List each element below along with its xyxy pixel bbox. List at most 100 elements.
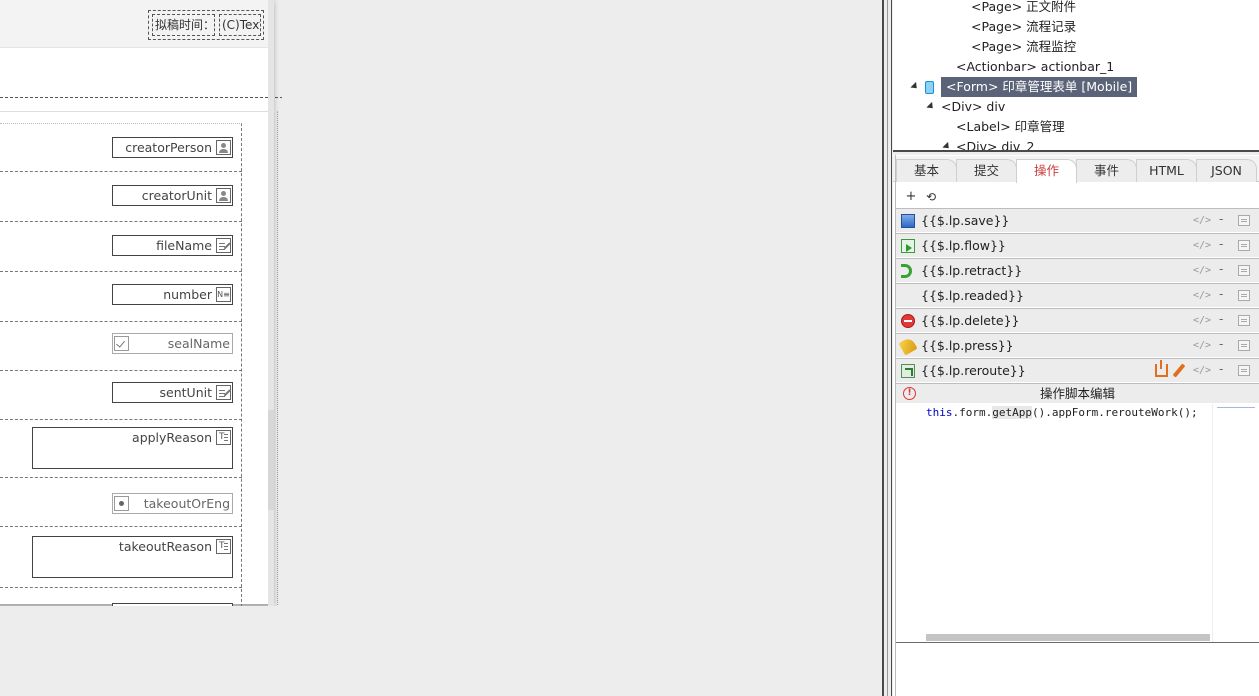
editor-horizontal-scrollbar[interactable] [926, 634, 1210, 641]
action-label: {{$.lp.retract}} [921, 263, 1023, 278]
tree-node-div[interactable]: <Div> div [941, 97, 1005, 117]
code-line[interactable]: this.form.getApp().appForm.rerouteWork()… [926, 406, 1198, 419]
takeout-reason-textarea[interactable]: takeoutReason T [32, 536, 233, 578]
form-row[interactable]: applyReason T [0, 421, 242, 478]
form-row[interactable]: takeoutReason T [0, 528, 242, 588]
draft-time-row[interactable]: 拟稿时间： (C)Text [148, 10, 264, 40]
action-row-reroute[interactable]: {{$.lp.reroute}} </> - [896, 358, 1259, 383]
editor-minimap[interactable] [1212, 404, 1259, 642]
script-editor-header: ! 操作脚本编辑 [896, 383, 1259, 403]
script-editor-title: 操作脚本编辑 [1039, 386, 1115, 401]
form-row[interactable]: fileName [0, 223, 242, 272]
tree-node-page-flow-monitor[interactable]: <Page> 流程监控 [971, 37, 1076, 57]
action-label: {{$.lp.flow}} [921, 238, 1006, 253]
action-menu-icon[interactable] [1238, 315, 1250, 326]
remove-action-button[interactable]: - [1219, 312, 1223, 326]
edit-code-icon[interactable]: </> [1193, 315, 1211, 326]
action-row-retract[interactable]: {{$.lp.retract}} </> - [896, 258, 1259, 283]
form-row[interactable]: creatorUnit [0, 173, 242, 222]
tab-actions[interactable]: 操作 [1016, 159, 1077, 183]
seal-name-checkbox-field[interactable]: sealName [112, 333, 233, 354]
action-menu-icon[interactable] [1238, 365, 1250, 376]
action-row-readed[interactable]: {{$.lp.readed}} </> - [896, 283, 1259, 308]
add-action-button[interactable]: + [903, 188, 919, 206]
remove-action-button[interactable]: - [1219, 362, 1223, 376]
apply-reason-textarea[interactable]: applyReason T [32, 427, 233, 469]
radio-icon [114, 496, 129, 511]
pencil-icon[interactable] [1172, 363, 1186, 378]
edit-code-icon[interactable]: </> [1193, 215, 1211, 226]
form-row[interactable]: sentUnit [0, 372, 242, 420]
action-row-press[interactable]: {{$.lp.press}} </> - [896, 333, 1259, 358]
field-label: sentUnit [159, 385, 212, 400]
sent-unit-field[interactable]: sentUnit [112, 382, 233, 403]
tree-node-actionbar[interactable]: <Actionbar> actionbar_1 [956, 57, 1114, 77]
action-label: {{$.lp.delete}} [921, 313, 1020, 328]
edit-code-icon[interactable]: </> [1193, 340, 1211, 351]
remove-action-button[interactable]: - [1219, 337, 1223, 351]
textarea-icon: T [216, 539, 231, 554]
form-title-strip: 拟稿时间： (C)Text [0, 0, 270, 48]
form-row[interactable] [0, 589, 242, 606]
action-menu-icon[interactable] [1238, 240, 1250, 251]
tab-html[interactable]: HTML [1136, 159, 1197, 182]
tree-divider[interactable] [893, 150, 1259, 155]
form-row[interactable]: sealName [0, 323, 242, 371]
creator-person-field[interactable]: creatorPerson [112, 137, 233, 158]
field-label: takeoutReason [118, 539, 212, 554]
takeout-or-eng-radio-field[interactable]: takeoutOrEng [112, 493, 233, 514]
tab-events[interactable]: 事件 [1076, 159, 1137, 182]
form-row[interactable]: creatorPerson [0, 124, 242, 172]
tree-node-label[interactable]: <Label> 印章管理 [956, 117, 1065, 137]
code-function: getApp [992, 406, 1032, 419]
share-icon[interactable] [1155, 360, 1168, 377]
press-icon [898, 336, 918, 356]
edit-code-icon[interactable]: </> [1193, 240, 1211, 251]
field-label: applyReason [132, 430, 212, 445]
canvas-scrollbar-thumb[interactable] [268, 410, 274, 510]
reset-actions-button[interactable]: ⟲ [923, 188, 939, 206]
action-menu-icon[interactable] [1238, 265, 1250, 276]
action-toolbar: + ⟲ [896, 186, 1256, 208]
checkbox-icon [114, 336, 129, 351]
field-label: takeoutOrEng [143, 496, 230, 511]
script-code-editor[interactable]: this.form.getApp().appForm.rerouteWork()… [896, 404, 1259, 642]
action-menu-icon[interactable] [1238, 215, 1250, 226]
field-label: creatorUnit [141, 188, 212, 203]
flow-icon [901, 239, 915, 253]
form-row[interactable]: number N≡ [0, 273, 242, 322]
form-design-canvas[interactable]: 拟稿时间： (C)Text creatorPerson creatorUnit … [0, 0, 282, 606]
tree-node-page-attachment[interactable]: <Page> 正文附件 [971, 0, 1076, 17]
edit-code-icon[interactable]: </> [1193, 290, 1211, 301]
action-menu-icon[interactable] [1238, 340, 1250, 351]
property-panel: <Page> 正文附件 <Page> 流程记录 <Page> 流程监控 <Act… [893, 0, 1259, 696]
action-row-flow[interactable]: {{$.lp.flow}} </> - [896, 233, 1259, 258]
next-field-partial[interactable] [112, 603, 233, 606]
tree-node-form-selected[interactable]: <Form> 印章管理表单 [Mobile] [941, 77, 1138, 97]
panel-splitter[interactable] [882, 0, 892, 696]
action-menu-icon[interactable] [1238, 290, 1250, 301]
number-field[interactable]: number N≡ [112, 284, 233, 305]
action-row-save[interactable]: {{$.lp.save}} </> - [896, 208, 1259, 233]
remove-action-button[interactable]: - [1219, 287, 1223, 301]
tab-basic[interactable]: 基本 [896, 159, 957, 182]
tree-node-div-2[interactable]: <Div> div_2 [956, 137, 1034, 150]
tree-node-page-flow-record[interactable]: <Page> 流程记录 [971, 17, 1076, 37]
textarea-icon: T [216, 430, 231, 445]
edit-code-icon[interactable]: </> [1193, 265, 1211, 276]
number-field-icon: N≡ [216, 287, 231, 302]
mobile-icon [925, 81, 934, 94]
tab-json[interactable]: JSON [1196, 159, 1257, 182]
creator-unit-field[interactable]: creatorUnit [112, 185, 233, 206]
file-name-field[interactable]: fileName [112, 235, 233, 256]
edit-code-icon[interactable]: </> [1193, 365, 1211, 376]
form-row[interactable]: takeoutOrEng [0, 479, 242, 527]
tab-submit[interactable]: 提交 [956, 159, 1017, 182]
action-row-delete[interactable]: {{$.lp.delete}} </> - [896, 308, 1259, 333]
remove-action-button[interactable]: - [1219, 212, 1223, 226]
code-text: .form. [952, 406, 993, 419]
canvas-scrollbar[interactable] [268, 0, 274, 606]
draft-time-text-field[interactable]: (C)Text [219, 14, 261, 36]
remove-action-button[interactable]: - [1219, 262, 1223, 276]
remove-action-button[interactable]: - [1219, 237, 1223, 251]
